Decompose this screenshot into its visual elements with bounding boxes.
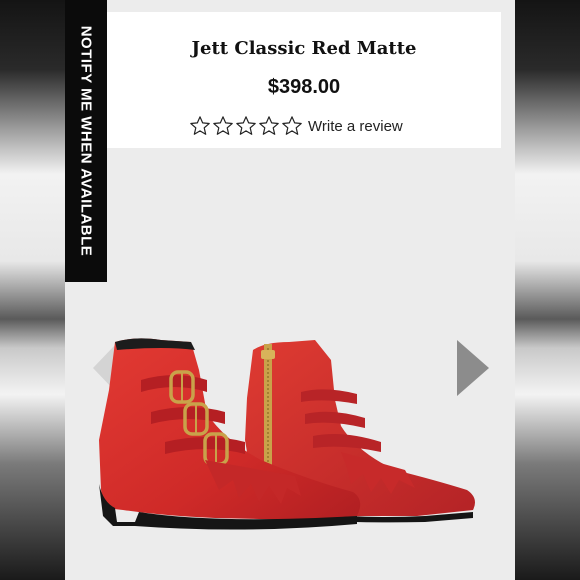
star-icon: [213, 116, 233, 135]
star-rating: [189, 115, 303, 137]
star-icon: [282, 116, 302, 135]
write-review-link[interactable]: Write a review: [308, 118, 403, 135]
background-left: [0, 0, 65, 580]
star-icon: [236, 116, 256, 135]
product-price: $398.00: [267, 76, 341, 98]
notify-me-label: NOTIFY ME WHEN AVAILABLE: [77, 25, 95, 257]
rating-row: Write a review: [189, 112, 403, 140]
product-image: [99, 338, 475, 530]
star-icon: [259, 116, 279, 135]
background-right: [515, 0, 580, 580]
star-icon: [190, 116, 210, 135]
product-header-card: Jett Classic Red Matte $398.00 Write a r…: [107, 12, 501, 148]
product-page: Jett Classic Red Matte $398.00 Write a r…: [65, 0, 515, 580]
notify-me-button[interactable]: NOTIFY ME WHEN AVAILABLE: [65, 0, 107, 282]
product-title: Jett Classic Red Matte: [191, 38, 417, 59]
